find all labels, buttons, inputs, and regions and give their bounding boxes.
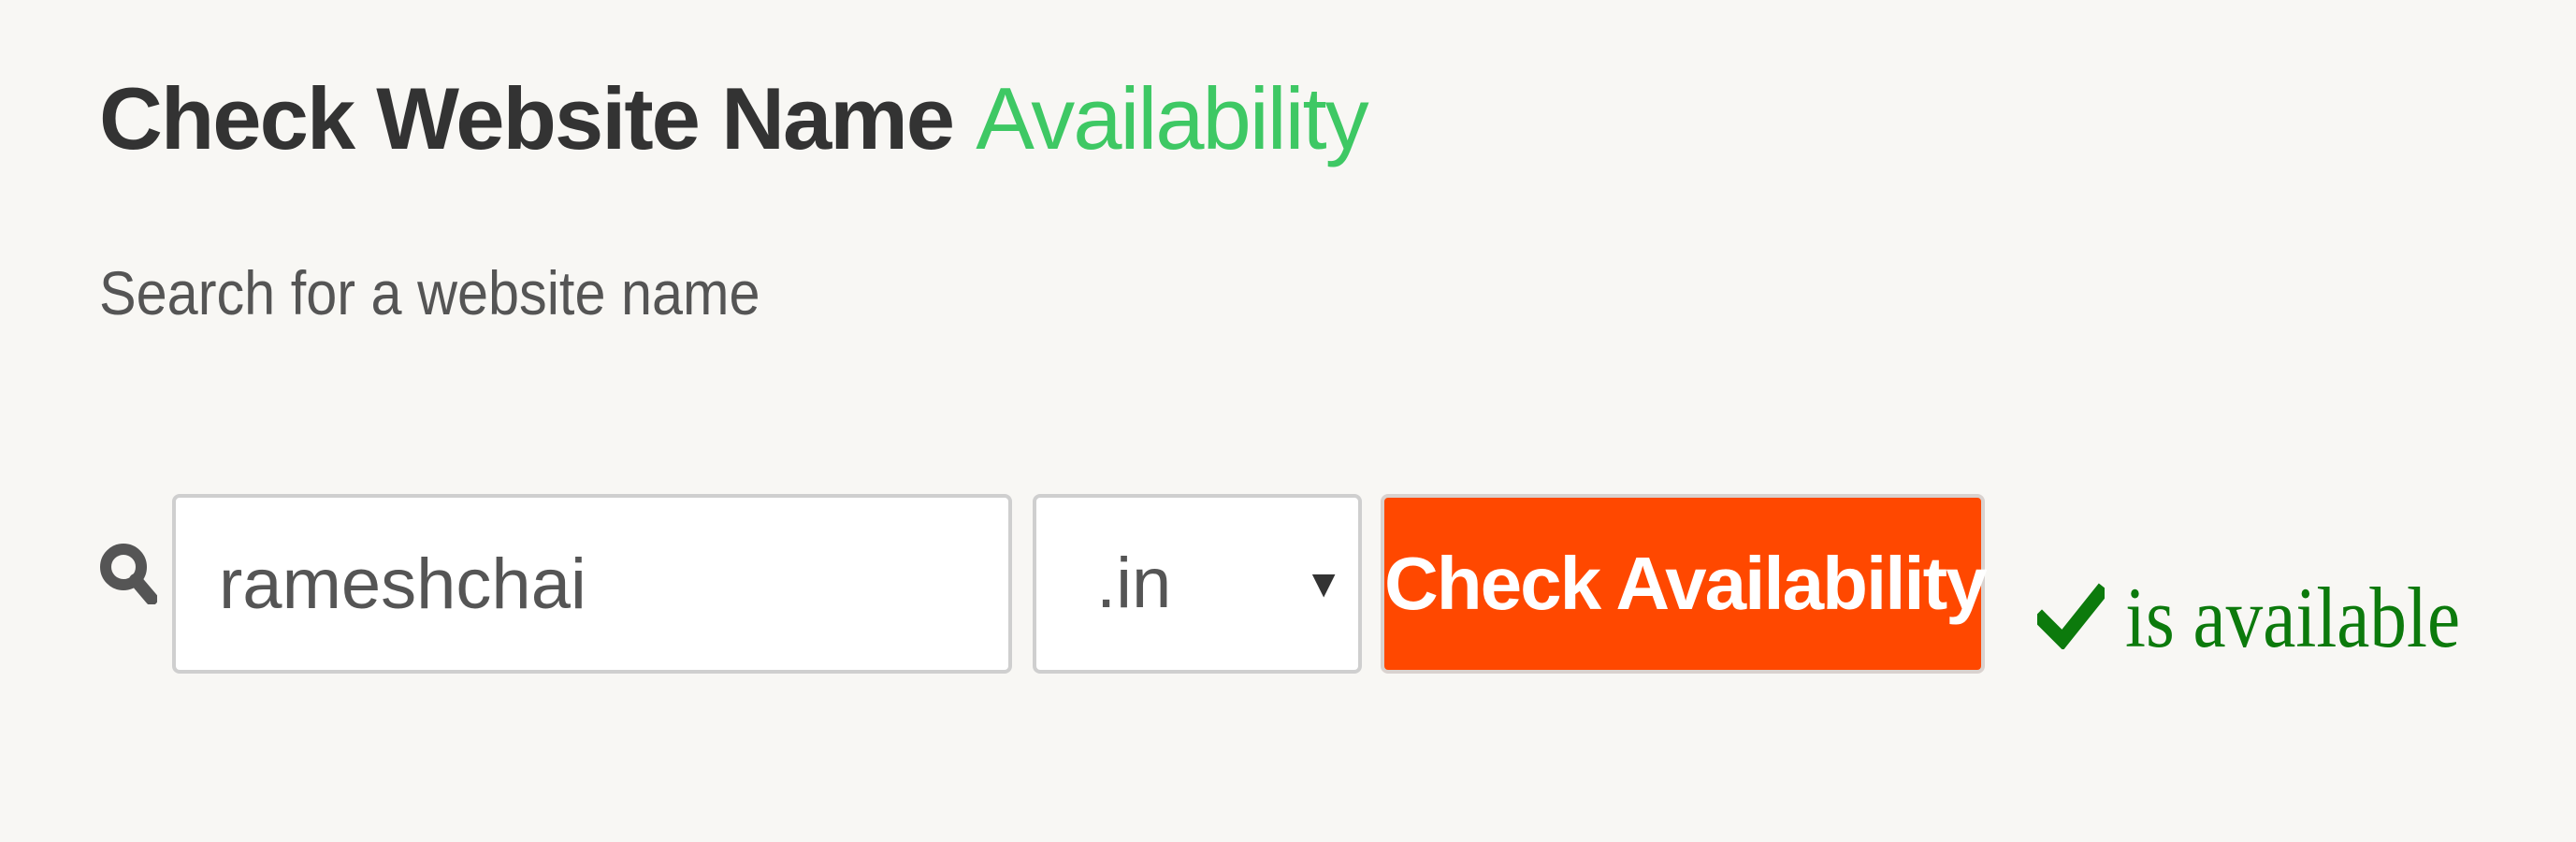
availability-text: is available (2125, 570, 2461, 665)
checkmark-icon (2037, 583, 2105, 649)
search-subtitle: Search for a website name (99, 258, 760, 327)
title-main: Check Website Name (99, 69, 955, 167)
tld-selected-value: .in (1096, 544, 1172, 623)
title-accent: Availability (976, 69, 1368, 167)
tld-select[interactable]: .in ▼ (1033, 494, 1362, 674)
check-availability-button[interactable]: Check Availability (1381, 494, 1988, 674)
domain-name-input[interactable] (172, 494, 1012, 674)
dropdown-arrow-icon: ▼ (1304, 561, 1343, 605)
page-title: Check Website Name Availability (99, 58, 1369, 180)
search-icon (100, 544, 157, 604)
